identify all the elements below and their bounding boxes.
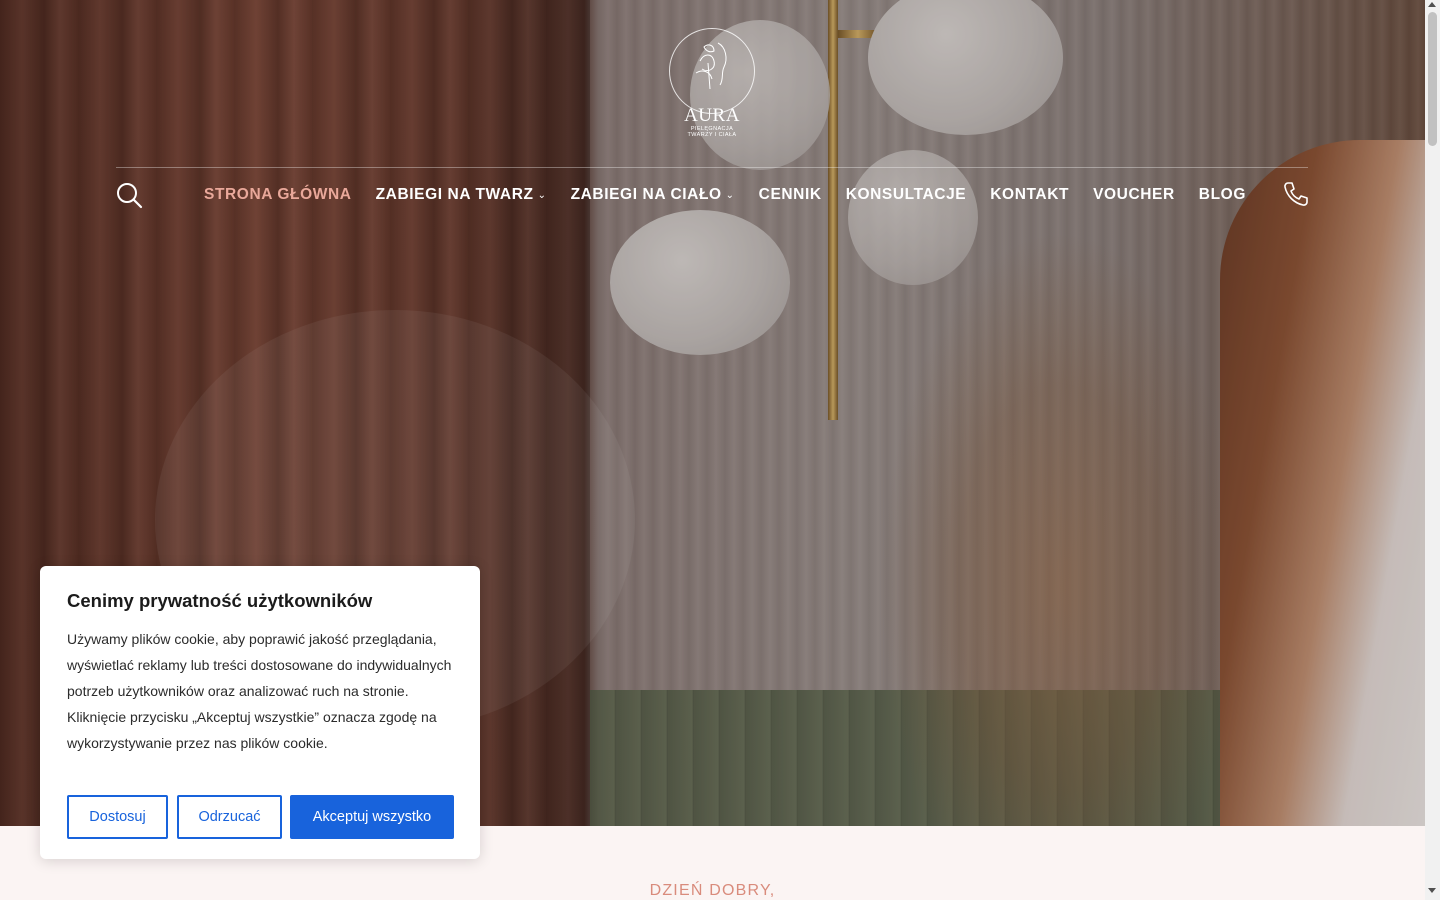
chevron-down-icon: ⌄ (537, 189, 547, 201)
scroll-thumb[interactable] (1428, 12, 1437, 146)
nav-item-home[interactable]: STRONA GŁÓWNA (204, 184, 352, 206)
nav-item-label: ZABIEGI NA CIAŁO (570, 186, 722, 203)
nav-divider (116, 167, 1308, 168)
customize-button[interactable]: Dostosuj (67, 795, 168, 839)
nav-item-label: BLOG (1198, 186, 1246, 203)
page-scrollbar[interactable] (1425, 0, 1440, 900)
logo-tagline: PIELĘGNACJA TWARZY I CIAŁA (668, 126, 756, 138)
accept-all-button[interactable]: Akceptuj wszystko (290, 795, 454, 839)
nav-item-consultations[interactable]: KONSULTACJE (846, 184, 967, 206)
nav-item-body-treatments[interactable]: ZABIEGI NA CIAŁO ⌄ (571, 184, 735, 206)
main-nav: STRONA GŁÓWNA ZABIEGI NA TWARZ ⌄ ZABIEGI… (204, 184, 1270, 206)
nav-item-label: ZABIEGI NA TWARZ (375, 186, 534, 203)
search-button[interactable] (116, 182, 144, 210)
nav-item-label: CENNIK (758, 186, 822, 203)
nav-item-face-treatments[interactable]: ZABIEGI NA TWARZ ⌄ (376, 184, 547, 206)
nav-item-label: KONSULTACJE (845, 186, 967, 203)
nav-item-label: VOUCHER (1093, 186, 1175, 203)
section-kicker: DZIEŃ DOBRY, (649, 882, 776, 899)
search-icon (117, 183, 143, 209)
cookie-consent-banner: Cenimy prywatność użytkowników Używamy p… (40, 566, 480, 859)
nav-item-contact[interactable]: KONTAKT (990, 184, 1069, 206)
nav-item-label: STRONA GŁÓWNA (204, 186, 352, 203)
site-logo[interactable]: AURA PIELĘGNACJA TWARZY I CIAŁA (668, 28, 756, 140)
cookie-title: Cenimy prywatność użytkowników (67, 590, 373, 611)
nav-item-label: KONTAKT (990, 186, 1070, 203)
cookie-actions: Dostosuj Odrzucać Akceptuj wszystko (67, 795, 454, 839)
logo-name: AURA (684, 105, 740, 126)
chevron-down-icon: ⌄ (725, 189, 735, 201)
logo-tagline-line2: TWARZY I CIAŁA (687, 132, 737, 138)
logo-emblem (669, 28, 755, 114)
scroll-up-icon[interactable] (1428, 2, 1436, 7)
nav-item-pricing[interactable]: CENNIK (759, 184, 822, 206)
phone-button[interactable] (1282, 180, 1310, 208)
flower-face-icon (695, 42, 727, 90)
scroll-down-icon[interactable] (1428, 888, 1436, 893)
reject-button[interactable]: Odrzucać (177, 795, 282, 839)
nav-item-blog[interactable]: BLOG (1199, 184, 1246, 206)
phone-icon (1284, 182, 1308, 206)
nav-item-voucher[interactable]: VOUCHER (1093, 184, 1175, 206)
cookie-description: Używamy plików cookie, aby poprawić jako… (67, 631, 452, 751)
